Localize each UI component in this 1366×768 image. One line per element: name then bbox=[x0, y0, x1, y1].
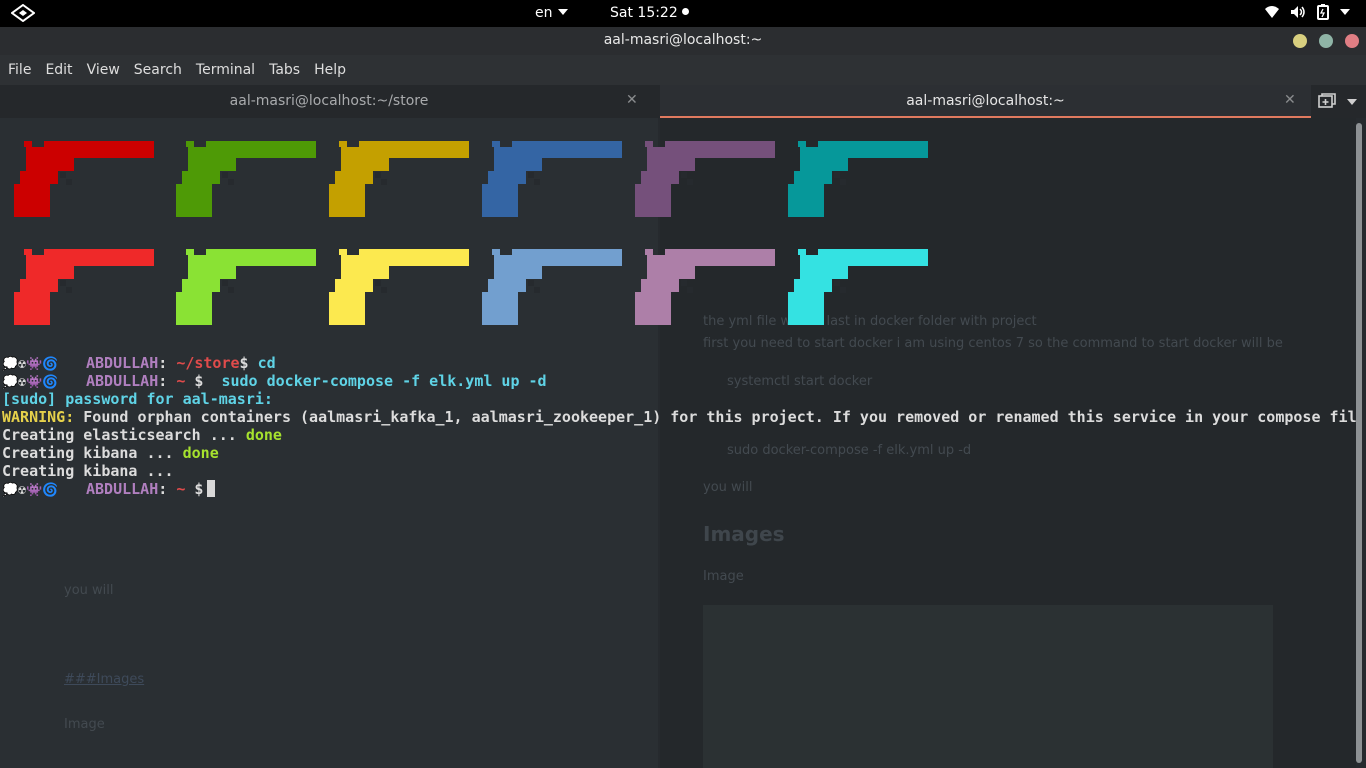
terminal-line: 💭☢👾🌀 ABDULLAH: ~ $ sudo docker-compose -f… bbox=[2, 372, 547, 390]
clock[interactable]: Sat 15:22 bbox=[610, 5, 689, 21]
output-text: Creating kibana ... bbox=[2, 444, 183, 462]
gun-glyph bbox=[635, 141, 775, 217]
gun-glyph bbox=[329, 141, 469, 217]
prompt-emoji: 💭☢👾🌀 bbox=[2, 375, 59, 390]
battery-icon bbox=[1316, 4, 1330, 20]
prompt-user: ABDULLAH bbox=[86, 354, 159, 372]
chevron-down-icon[interactable] bbox=[1347, 99, 1357, 105]
minimize-button[interactable] bbox=[1293, 34, 1307, 48]
warning-label: WARNING: bbox=[2, 408, 75, 426]
prompt-symbol: $ bbox=[239, 354, 249, 372]
background-heading: Images bbox=[703, 522, 785, 546]
gun-glyph bbox=[635, 249, 775, 325]
prompt-user: ABDULLAH bbox=[86, 480, 159, 498]
gun-glyph bbox=[788, 141, 928, 217]
tab-label: aal-masri@localhost:~/store bbox=[229, 93, 429, 109]
activities-icon[interactable] bbox=[10, 3, 36, 23]
chevron-down-icon bbox=[1340, 9, 1350, 15]
prompt-path: ~ bbox=[176, 480, 186, 498]
menu-file[interactable]: File bbox=[8, 62, 31, 78]
output-text: Creating elasticsearch ... bbox=[2, 426, 246, 444]
menu-help[interactable]: Help bbox=[314, 62, 346, 78]
prompt-separator: : bbox=[158, 354, 168, 372]
terminal-line: Creating elasticsearch ... done bbox=[2, 426, 282, 444]
close-tab-icon[interactable]: ✕ bbox=[1284, 92, 1296, 108]
text-cursor bbox=[207, 480, 216, 497]
prompt-separator: : bbox=[158, 480, 168, 498]
tab-label: aal-masri@localhost:~ bbox=[906, 93, 1065, 109]
menu-bar: File Edit View Search Terminal Tabs Help bbox=[0, 55, 1366, 85]
background-image bbox=[703, 605, 1273, 768]
prompt-user: ABDULLAH bbox=[86, 372, 159, 390]
scrollbar[interactable] bbox=[1356, 123, 1362, 763]
menu-view[interactable]: View bbox=[87, 62, 120, 78]
tab-home[interactable]: aal-masri@localhost:~ ✕ bbox=[660, 85, 1311, 118]
background-text: you will bbox=[703, 480, 753, 495]
gun-glyph bbox=[482, 141, 622, 217]
prompt-separator: : bbox=[158, 372, 168, 390]
terminal-view[interactable]: the yml file will be last in docker fold… bbox=[0, 118, 1366, 768]
terminal-command: cd bbox=[248, 354, 276, 372]
window-title: aal-masri@localhost:~ bbox=[603, 32, 763, 48]
top-bar: en Sat 15:22 bbox=[0, 0, 1366, 27]
prompt-emoji: 💭☢👾🌀 bbox=[2, 483, 59, 498]
gun-glyph bbox=[176, 141, 316, 217]
gun-glyph bbox=[176, 249, 316, 325]
new-tab-icon[interactable] bbox=[1318, 93, 1336, 113]
background-text: you will bbox=[64, 583, 114, 598]
terminal-line: Creating kibana ... done bbox=[2, 444, 219, 462]
terminal-command: sudo docker-compose -f elk.yml up -d bbox=[203, 372, 547, 390]
close-tab-icon[interactable]: ✕ bbox=[626, 92, 638, 108]
menu-edit[interactable]: Edit bbox=[45, 62, 72, 78]
gun-glyph bbox=[482, 249, 622, 325]
prompt-path: ~/store bbox=[176, 354, 240, 372]
wifi-icon bbox=[1264, 5, 1280, 19]
tab-store[interactable]: aal-masri@localhost:~/store ✕ bbox=[0, 85, 658, 118]
prompt-path: ~ bbox=[176, 372, 186, 390]
system-tray[interactable] bbox=[1264, 4, 1350, 20]
window-titlebar[interactable]: aal-masri@localhost:~ bbox=[0, 27, 1366, 55]
background-text: systemctl start docker bbox=[727, 374, 873, 389]
status-done: done bbox=[245, 426, 282, 444]
background-text: Image bbox=[703, 569, 744, 584]
gun-glyph bbox=[788, 249, 928, 325]
volume-icon bbox=[1290, 5, 1306, 19]
warning-text: Found orphan containers (aalmasri_kafka_… bbox=[74, 408, 1357, 426]
gun-glyph bbox=[329, 249, 469, 325]
terminal-line: 💭☢👾🌀 ABDULLAH: ~ $ bbox=[2, 480, 216, 498]
menu-tabs[interactable]: Tabs bbox=[269, 62, 300, 78]
menu-search[interactable]: Search bbox=[134, 62, 182, 78]
terminal-line: [sudo] password for aal-masri: bbox=[2, 390, 273, 408]
background-text: ###Images bbox=[64, 672, 145, 687]
terminal-line: WARNING: Found orphan containers (aalmas… bbox=[2, 408, 1357, 426]
prompt-emoji: 💭☢👾🌀 bbox=[2, 357, 59, 372]
chevron-down-icon bbox=[557, 9, 568, 15]
background-text: sudo docker-compose -f elk.yml up -d bbox=[727, 443, 972, 458]
background-text: first you need to start docker i am usin… bbox=[703, 336, 1283, 351]
background-text: Image bbox=[64, 717, 105, 732]
gun-glyph bbox=[14, 141, 154, 217]
clock-label: Sat 15:22 bbox=[610, 5, 678, 21]
language-label: en bbox=[535, 5, 553, 21]
status-done: done bbox=[182, 444, 219, 462]
prompt-symbol: $ bbox=[194, 480, 204, 498]
language-selector[interactable]: en bbox=[535, 5, 568, 21]
terminal-line: Creating kibana ... bbox=[2, 462, 174, 480]
gun-glyph bbox=[14, 249, 154, 325]
close-button[interactable] bbox=[1345, 34, 1359, 48]
notification-dot-icon bbox=[681, 8, 689, 15]
menu-terminal[interactable]: Terminal bbox=[196, 62, 255, 78]
terminal-line: 💭☢👾🌀 ABDULLAH: ~/store$ cd bbox=[2, 354, 276, 372]
tab-bar: aal-masri@localhost:~/store ✕ aal-masri@… bbox=[0, 85, 1366, 118]
maximize-button[interactable] bbox=[1319, 34, 1333, 48]
